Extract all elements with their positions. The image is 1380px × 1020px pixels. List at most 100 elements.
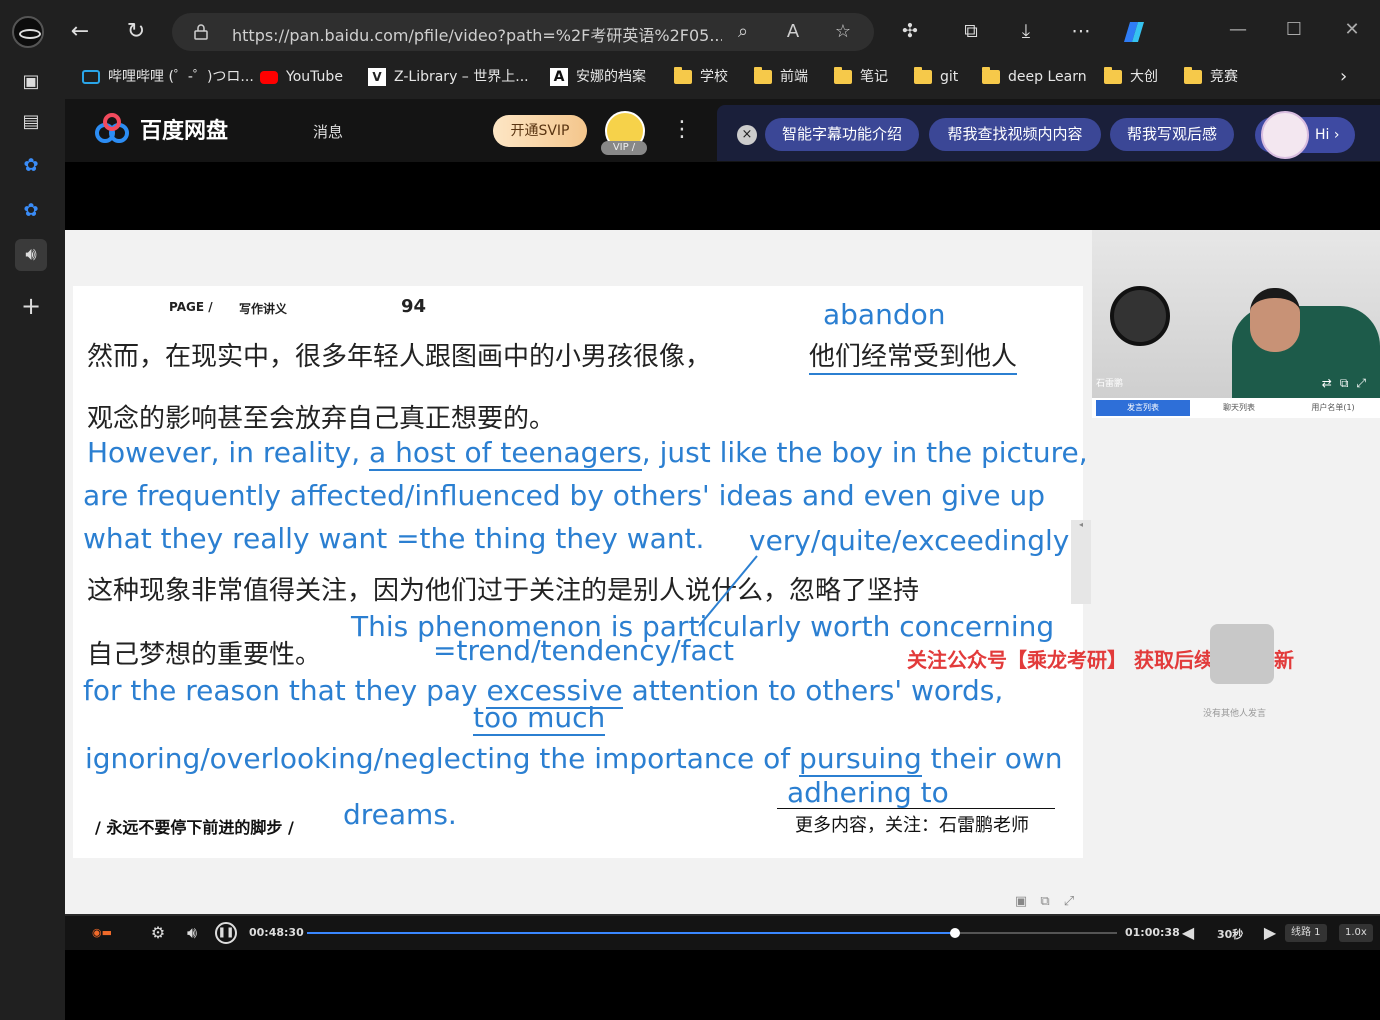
bookmark-label: Z-Library – 世界上... [394,69,529,85]
bookmark-label: 哔哩哔哩 (゜-゜)つロ... [108,69,254,85]
player-control-bar: ◉▬ ⚙ 🔊︎ ❚❚ 00:48:30 01:00:38 ◀ 30秒 ▶ 线路 … [65,914,1380,950]
ai-chip-subtitle-intro[interactable]: 智能字幕功能介绍 [765,118,919,151]
refresh-icon[interactable]: ↻ [122,18,150,46]
bookmarks-more-chevron-icon[interactable]: › [1340,65,1347,89]
downloads-icon[interactable]: ⤓ [1013,18,1039,44]
footer-divider [777,808,1055,809]
annotation-trend: =trend/tendency/fact [433,634,734,667]
tab-chat[interactable]: 聊天列表 [1192,400,1286,416]
collections-icon[interactable]: ⧉ [958,18,984,44]
lecture-slide: PAGE / 写作讲义 94 abandon 然而，在现实中，很多年轻人跟图画中… [73,286,1088,858]
route-selector[interactable]: 线路 1 [1285,924,1327,942]
bookmarks-bar: 哔哩哔哩 (゜-゜)つロ... YouTube V Z-Library – 世界… [68,62,1380,92]
forward-icon[interactable]: ▶ [1259,922,1281,944]
bookmark-label: 学校 [700,69,728,85]
close-icon[interactable]: × [737,125,757,145]
progress-bar[interactable] [307,928,1117,938]
profile-avatar[interactable] [12,16,44,48]
slide-page-label: PAGE / [169,300,213,314]
bookmark-folder-school[interactable]: 学校 [674,65,728,89]
fullscreen-icon[interactable]: ⤢ [1061,894,1077,910]
audio-playing-icon[interactable]: 🔊︎ [15,239,47,271]
ai-chip-find-in-video[interactable]: 帮我查找视频内内容 [929,118,1101,151]
messages-link[interactable]: 消息 [313,121,343,142]
more-options-icon[interactable]: ⋮ [671,117,693,142]
bookmark-label: deep Learn [1008,69,1087,85]
slide-footer-left: / 永远不要停下前进的脚步 / [95,818,294,837]
baidu-pan-tab-icon[interactable]: ✿ [15,150,47,182]
screenshot-icon[interactable]: ▣ [1013,894,1029,910]
bookmark-folder-git[interactable]: git [914,65,958,89]
youtube-icon [260,70,278,84]
bookmark-folder-deep-learn[interactable]: deep Learn [982,65,1087,89]
volume-icon[interactable]: 🔊︎ [181,922,203,944]
english-line-7: dreams. [343,798,457,831]
camera-name-label: 石雷鹏 [1096,379,1124,389]
bookmark-folder-notes[interactable]: 笔记 [834,65,888,89]
address-bar[interactable]: https://pan.baidu.com/pfile/video?path=%… [172,13,874,51]
tab-speakers[interactable]: 发言列表 [1096,400,1190,416]
rewind-icon[interactable]: ◀ [1177,922,1199,944]
more-menu-icon[interactable]: ⋯ [1068,18,1094,44]
extensions-icon[interactable]: ✣ [897,18,923,44]
video-player[interactable]: PAGE / 写作讲义 94 abandon 然而，在现实中，很多年轻人跟图画中… [65,230,1380,922]
english-text: for the reason that they pay [83,674,487,707]
progress-thumb[interactable] [950,928,960,938]
chinese-line-1b: 他们经常受到他人 [809,336,1018,375]
open-svip-button[interactable]: 开通SVIP [493,115,587,147]
fan-object [1110,286,1170,346]
bookmark-label: 大创 [1130,69,1158,85]
bookmark-annas-archive[interactable]: A 安娜的档案 [550,65,646,89]
bookmark-folder-frontend[interactable]: 前端 [754,65,808,89]
english-underlined: pursuing [799,742,922,777]
english-text: , just like the boy in the picture, [641,436,1088,469]
slide-section: 写作讲义 [239,302,288,316]
chinese-line-4: 自己梦想的重要性。 [87,640,322,670]
ai-assistant-hi-button[interactable]: Hi › [1255,111,1355,159]
slide-footer-right: 更多内容，关注：石雷鹏老师 [795,815,1029,836]
read-aloud-icon[interactable]: A [782,21,804,43]
camera-controls-icon[interactable]: ⇄⧉⤢ [1322,376,1374,391]
annotation-abandon: abandon [823,298,946,331]
pan-header: 百度网盘 消息 开通SVIP VIP / ⋮ × 智能字幕功能介绍 帮我查找视频… [65,99,1380,162]
back-icon[interactable]: ← [66,18,94,46]
tab-actions-icon[interactable]: ▣ [15,66,47,98]
empty-chat-icon [1210,624,1274,684]
hi-label: Hi › [1315,127,1340,143]
skip-seconds[interactable]: 30秒 [1217,926,1243,942]
video-overlay-controls: ▣ ⧉ ⤢ [65,890,1092,914]
pause-icon[interactable]: ❚❚ [215,922,237,944]
favorite-star-icon[interactable]: ☆ [832,21,854,43]
workspaces-icon[interactable]: ▤ [15,106,47,138]
bookmark-youtube[interactable]: YouTube [260,65,343,89]
baidu-pan-tab-icon-2[interactable]: ✿ [15,195,47,227]
english-line-3: what they really want =the thing they wa… [83,522,705,555]
baidu-pan-logo[interactable]: 百度网盘 [92,113,228,145]
add-tab-icon[interactable]: + [15,290,47,322]
chinese-line-3: 这种现象非常值得关注，因为他们过于关注的是别人说什么，忽略了坚持 [87,576,920,606]
bookmark-label: YouTube [286,69,343,85]
minimize-icon[interactable]: — [1224,16,1252,44]
total-time: 01:00:38 [1125,926,1180,939]
settings-icon[interactable]: ⚙ [147,922,169,944]
speed-selector[interactable]: 1.0x [1339,924,1373,942]
bookmark-label: 安娜的档案 [576,69,646,85]
maximize-icon[interactable]: ☐ [1280,16,1308,44]
zlibrary-icon: V [368,68,386,86]
chat-tabs: 发言列表 聊天列表 用户名单(1) [1092,398,1380,418]
bookmark-folder-dachuang[interactable]: 大创 [1104,65,1158,89]
ai-chip-write-review[interactable]: 帮我写观后感 [1110,118,1234,151]
vip-badge: VIP / [601,141,647,155]
bookmark-bilibili[interactable]: 哔哩哔哩 (゜-゜)つロ... [82,65,254,89]
annotation-adhering-to: adhering to [787,776,949,809]
bookmark-label: 笔记 [860,69,888,85]
copilot-icon[interactable] [1118,18,1148,46]
zoom-icon[interactable]: ⌕ [732,21,754,43]
annas-archive-icon: A [550,68,568,86]
tab-users[interactable]: 用户名单(1) [1288,400,1378,416]
bookmark-folder-competition[interactable]: 竞赛 [1184,65,1238,89]
close-window-icon[interactable]: ✕ [1338,16,1366,44]
side-panel-handle[interactable]: ◂ [1071,520,1091,604]
pip-icon[interactable]: ⧉ [1037,894,1053,910]
bookmark-zlibrary[interactable]: V Z-Library – 世界上... [368,65,529,89]
